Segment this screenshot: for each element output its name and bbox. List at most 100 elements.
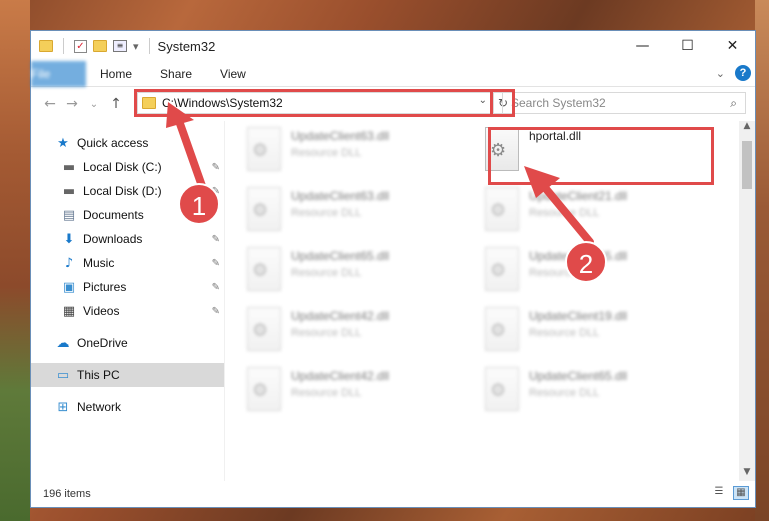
quick-access-toolbar: ✓ ≡ ▾	[39, 38, 154, 54]
dll-file-icon	[247, 307, 281, 351]
search-box[interactable]: ⌕	[502, 92, 746, 114]
tab-view[interactable]: View	[206, 61, 260, 87]
tab-home[interactable]: Home	[86, 61, 146, 87]
up-button[interactable]: ↑	[105, 96, 127, 112]
toolbar-dropdown-icon[interactable]: ▾	[133, 40, 139, 53]
desktop-background-left	[0, 0, 30, 521]
scroll-down-icon[interactable]: ▼	[739, 467, 755, 481]
search-icon[interactable]: ⌕	[730, 96, 737, 111]
close-button[interactable]: ✕	[710, 31, 755, 61]
nav-label: Videos	[83, 304, 120, 318]
step-badge-2: 2	[565, 241, 607, 283]
nav-label: Pictures	[83, 280, 127, 294]
drive-icon: ▬	[62, 183, 76, 199]
dll-file-icon	[247, 127, 281, 171]
nav-downloads[interactable]: ⬇ Downloads ✎	[31, 227, 224, 251]
ribbon-right-controls: ⌄ ?	[716, 65, 751, 81]
nav-label: Network	[77, 400, 122, 414]
help-icon[interactable]: ?	[735, 65, 751, 81]
nav-label: This PC	[77, 368, 120, 382]
explorer-window: ✓ ≡ ▾ System32 — ☐ ✕ File Home Share Vie…	[30, 30, 756, 508]
file-item[interactable]: UpdateClient63.dll Resource DLL	[247, 187, 485, 247]
content-area: ★ Quick access ▬ Local Disk (C:) ✎ ▬ Loc…	[31, 121, 755, 481]
file-type: Resource DLL	[291, 387, 362, 399]
view-toggles: ☰ ▦	[711, 486, 749, 500]
dll-file-icon	[247, 187, 281, 231]
customize-toolbar-icon[interactable]: ≡	[113, 40, 127, 52]
recent-locations-icon[interactable]: ⌄	[83, 99, 105, 110]
network-icon: ⊞	[57, 399, 69, 415]
cloud-icon: ☁	[56, 335, 70, 351]
nav-label: Music	[83, 256, 115, 270]
downloads-icon: ⬇	[63, 231, 75, 247]
toolbar-divider	[148, 38, 150, 54]
file-type: Resource DLL	[529, 387, 600, 399]
file-name: UpdateClient65.dll	[291, 249, 390, 263]
folder-icon	[39, 40, 53, 52]
back-button[interactable]: ←	[39, 96, 61, 112]
file-name: UpdateClient63.dll	[291, 129, 390, 143]
dll-file-icon	[247, 367, 281, 411]
file-type: Resource DLL	[291, 147, 362, 159]
scroll-thumb[interactable]	[742, 141, 752, 189]
toolbar-divider	[63, 38, 64, 54]
details-view-icon[interactable]: ☰	[711, 486, 727, 500]
music-icon: ♪	[64, 255, 74, 271]
new-folder-icon[interactable]	[93, 40, 107, 52]
file-item[interactable]: UpdateClient42.dll Resource DLL	[247, 367, 485, 427]
tab-file[interactable]: File	[31, 60, 86, 87]
videos-icon: ▦	[62, 303, 76, 319]
file-item[interactable]: UpdateClient42.dll Resource DLL	[247, 307, 485, 367]
tab-share[interactable]: Share	[146, 61, 206, 87]
vertical-scrollbar[interactable]: ▲ ▼	[739, 121, 755, 481]
file-type: Resource DLL	[291, 207, 362, 219]
file-list: UpdateClient63.dllResource DLL hportal.d…	[225, 121, 755, 481]
file-name: UpdateClient19.dll	[529, 309, 628, 323]
file-name: UpdateClient63.dll	[291, 189, 390, 203]
documents-icon: ▤	[62, 207, 76, 223]
address-row: ← → ⌄ ↑ C:\Windows\System32 ⌄ ↻ ⌕	[31, 87, 755, 121]
nav-network[interactable]: ⊞ Network	[31, 395, 224, 419]
nav-label: Downloads	[83, 232, 143, 246]
window-title: System32	[157, 38, 216, 54]
pin-icon: ✎	[211, 233, 220, 245]
pin-icon: ✎	[211, 257, 220, 269]
dll-file-icon	[247, 247, 281, 291]
item-count: 196 items	[43, 488, 91, 500]
caption-buttons: — ☐ ✕	[620, 31, 755, 61]
dll-file-icon	[485, 247, 519, 291]
properties-check-icon[interactable]: ✓	[74, 39, 87, 53]
file-item[interactable]: UpdateClient65.dll Resource DLL	[485, 367, 723, 427]
nav-label: Quick access	[77, 136, 149, 150]
nav-label: OneDrive	[77, 336, 128, 350]
file-item[interactable]: UpdateClient65.dll Resource DLL	[247, 247, 485, 307]
nav-music[interactable]: ♪ Music ✎	[31, 251, 224, 275]
step-badge-1: 1	[178, 183, 220, 225]
minimize-button[interactable]: —	[620, 31, 665, 61]
file-type: Resource DLL	[291, 267, 362, 279]
file-name: UpdateClient65.dll	[529, 369, 628, 383]
nav-label: Documents	[83, 208, 144, 222]
nav-label: Local Disk (C:)	[83, 160, 162, 174]
pin-icon: ✎	[211, 305, 220, 317]
expand-ribbon-icon[interactable]: ⌄	[716, 67, 725, 80]
nav-pictures[interactable]: ▣ Pictures ✎	[31, 275, 224, 299]
file-item[interactable]: UpdateClient63.dll Resource DLL	[247, 127, 485, 187]
forward-button[interactable]: →	[61, 96, 83, 112]
drive-icon: ▬	[62, 159, 76, 175]
dll-file-icon	[485, 367, 519, 411]
search-input[interactable]	[511, 96, 731, 110]
dll-file-icon	[485, 187, 519, 231]
nav-onedrive[interactable]: ☁ OneDrive	[31, 331, 224, 355]
maximize-button[interactable]: ☐	[665, 31, 710, 61]
scroll-up-icon[interactable]: ▲	[739, 121, 755, 135]
desktop-background-right	[755, 0, 769, 521]
dll-file-icon	[485, 307, 519, 351]
nav-this-pc[interactable]: ▭ This PC	[31, 363, 224, 387]
nav-label: Local Disk (D:)	[83, 184, 162, 198]
large-icons-view-icon[interactable]: ▦	[733, 486, 749, 500]
file-type: Resource DLL	[529, 327, 600, 339]
file-item[interactable]: UpdateClient19.dll Resource DLL	[485, 307, 723, 367]
file-name: UpdateClient42.dll	[291, 309, 390, 323]
nav-videos[interactable]: ▦ Videos ✎	[31, 299, 224, 323]
